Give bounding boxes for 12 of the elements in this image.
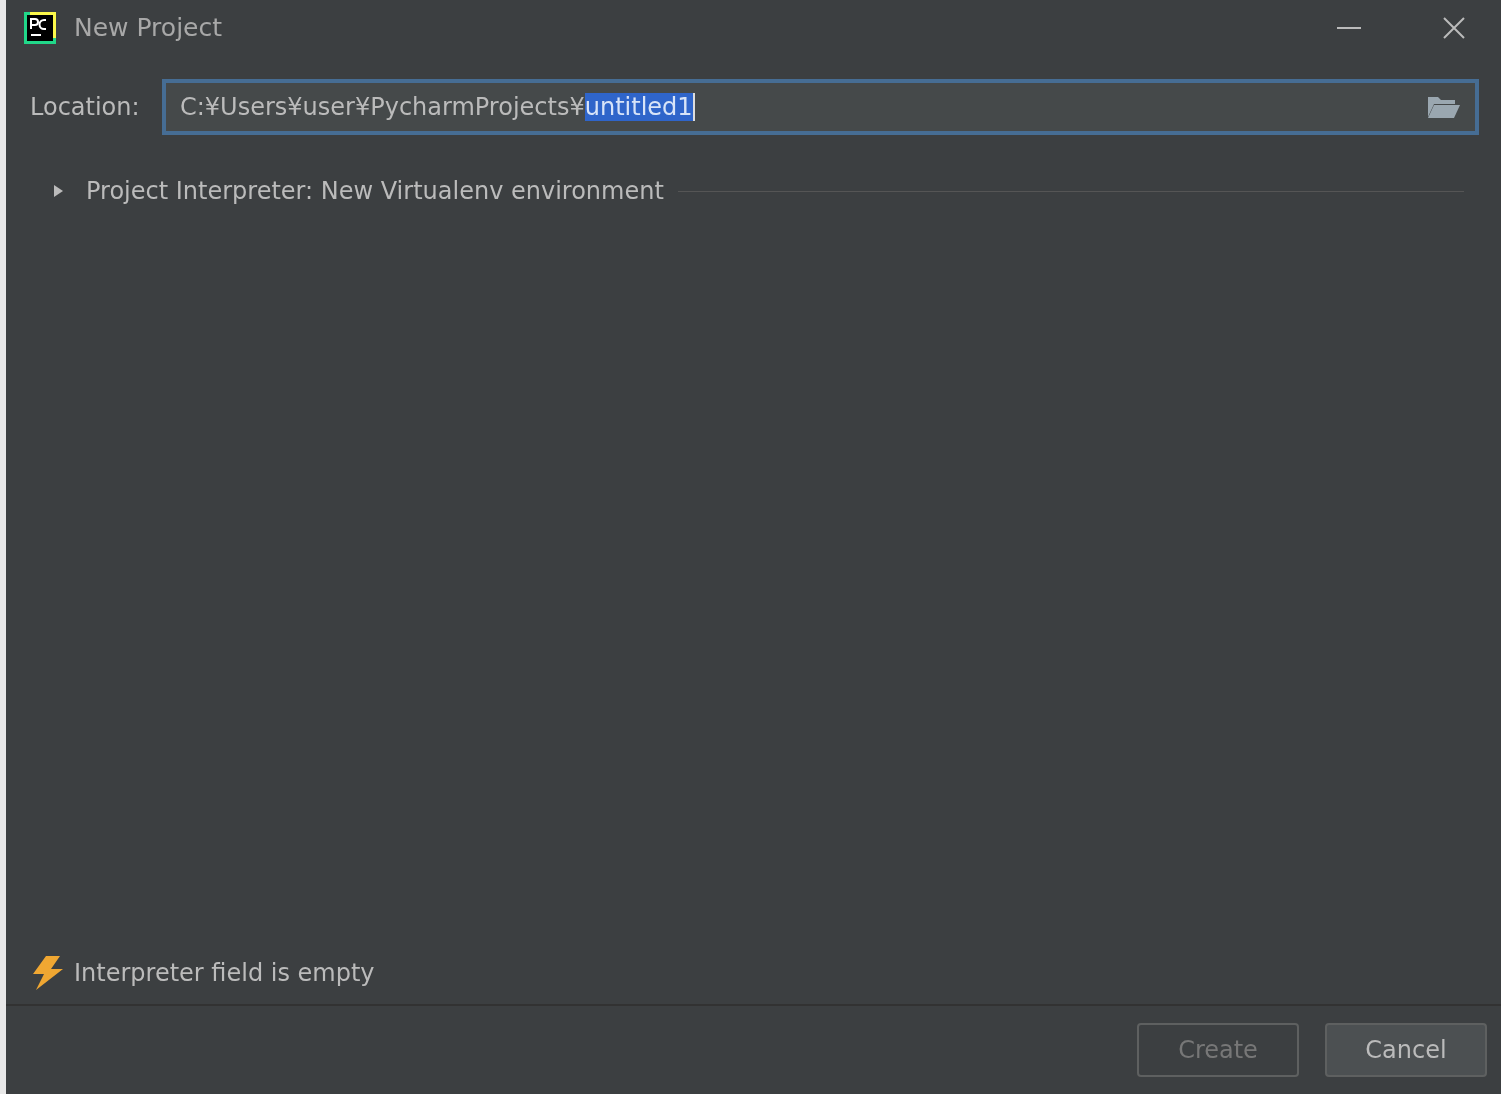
minimize-icon[interactable] — [1337, 26, 1361, 29]
location-input-field[interactable]: C:¥Users¥user¥PycharmProjects¥untitled1 — [162, 79, 1479, 135]
close-icon[interactable] — [1443, 16, 1465, 39]
section-title[interactable]: Project Interpreter: New Virtualenv environment — [86, 177, 664, 205]
dialog-button[interactable]: Cancel — [1325, 1023, 1487, 1077]
location-label: Location: — [30, 93, 141, 121]
window-title: New Project — [74, 13, 222, 42]
folder-icon[interactable] — [1427, 95, 1461, 119]
validation-message: Interpreter field is empty — [74, 959, 375, 987]
expand-arrow-icon[interactable] — [52, 182, 64, 200]
lightning-icon — [32, 956, 64, 990]
app-logo-icon — [24, 11, 56, 44]
